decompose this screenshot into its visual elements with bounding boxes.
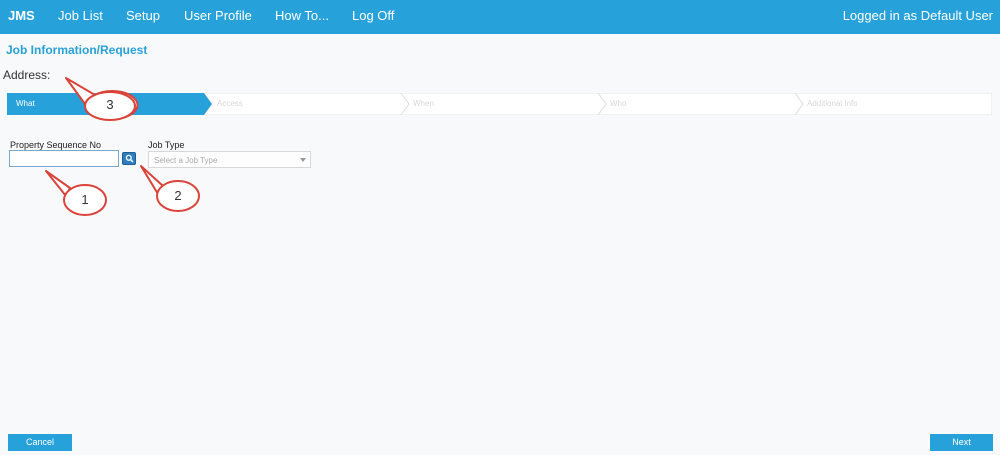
top-navbar: JMS Job List Setup User Profile How To..… bbox=[0, 0, 1000, 34]
callout-3-number: 3 bbox=[106, 97, 114, 112]
callout-1-number: 1 bbox=[81, 192, 89, 207]
job-type-select[interactable]: Select a Job Type bbox=[148, 151, 311, 168]
next-button[interactable]: Next bbox=[930, 434, 993, 451]
wizard-steps: What Access When Who Additional Info bbox=[7, 93, 992, 115]
nav-log-off[interactable]: Log Off bbox=[352, 8, 394, 23]
annotation-overlay bbox=[45, 77, 200, 216]
nav-how-to[interactable]: How To... bbox=[275, 8, 329, 23]
page-title: Job Information/Request bbox=[6, 43, 148, 57]
nav-setup[interactable]: Setup bbox=[126, 8, 160, 23]
wizard-step-what[interactable]: What bbox=[16, 99, 35, 108]
wizard-step-additional-info[interactable]: Additional Info bbox=[807, 99, 858, 108]
wizard-step-who[interactable]: Who bbox=[610, 99, 626, 108]
job-type-label: Job Type bbox=[148, 140, 185, 150]
chevron-down-icon bbox=[300, 158, 306, 162]
property-seq-input[interactable] bbox=[9, 150, 119, 167]
search-icon bbox=[125, 154, 134, 163]
property-seq-label: Property Sequence No bbox=[10, 140, 102, 150]
brand-logo[interactable]: JMS bbox=[8, 8, 35, 23]
job-type-placeholder: Select a Job Type bbox=[154, 156, 218, 165]
property-search-button[interactable] bbox=[122, 152, 136, 165]
address-label: Address: bbox=[3, 68, 51, 82]
nav-user-profile[interactable]: User Profile bbox=[184, 8, 252, 23]
logged-in-user: Logged in as Default User bbox=[842, 8, 993, 23]
wizard-step-access[interactable]: Access bbox=[217, 99, 243, 108]
wizard-step-when[interactable]: When bbox=[413, 99, 434, 108]
nav-job-list[interactable]: Job List bbox=[58, 8, 103, 23]
cancel-button[interactable]: Cancel bbox=[8, 434, 72, 451]
callout-2-number: 2 bbox=[174, 188, 182, 203]
